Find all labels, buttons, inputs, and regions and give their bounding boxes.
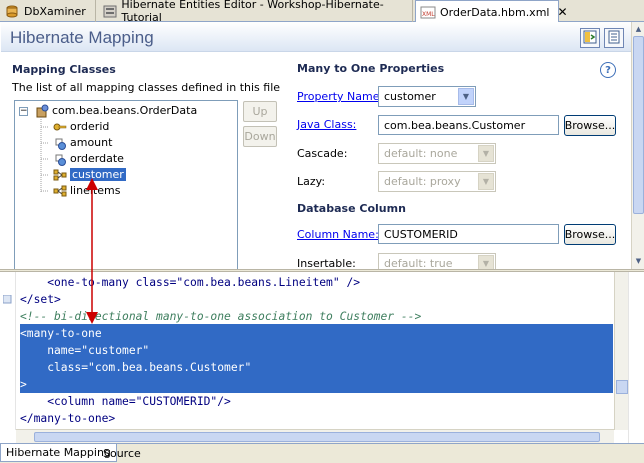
chevron-down-icon[interactable]: ▼: [478, 145, 494, 162]
code-line-selected[interactable]: <many-to-one: [20, 325, 102, 342]
code-line[interactable]: <one-to-many class="com.bea.beans.Lineit…: [20, 274, 360, 291]
column-name-field[interactable]: CUSTOMERID: [378, 224, 559, 244]
property-name-link[interactable]: Property Name:: [297, 90, 383, 103]
tab-orderdata-hbm-xml[interactable]: XML OrderData.hbm.xml ✕: [415, 0, 568, 23]
tree-item-label: customer: [69, 167, 127, 182]
fold-marker-icon: [2, 294, 13, 304]
lazy-select[interactable]: default: proxy ▼: [378, 171, 496, 192]
mapping-classes-title: Mapping Classes: [12, 63, 116, 76]
source-horizontal-scrollbar[interactable]: [16, 429, 614, 443]
chevron-down-icon[interactable]: ▼: [478, 173, 494, 190]
scrollbar-thumb[interactable]: [34, 432, 600, 442]
move-up-button[interactable]: Up: [243, 101, 277, 122]
tree-item-label: lineitems: [70, 184, 121, 197]
many-to-one-title: Many to One Properties: [297, 62, 445, 75]
scroll-down-icon[interactable]: ▼: [633, 255, 644, 267]
one-to-many-icon: [53, 184, 67, 198]
hibernate-mapping-form: Hibernate Mapping ▲ ▼ Mapping Classes Th…: [0, 22, 644, 270]
database-column-title: Database Column: [297, 202, 406, 215]
close-icon[interactable]: ✕: [557, 5, 567, 19]
page-title: Hibernate Mapping: [10, 28, 154, 47]
chevron-down-icon[interactable]: ▼: [458, 88, 474, 105]
chevron-down-icon[interactable]: ▼: [478, 255, 494, 269]
layout-toggle-icon: [583, 30, 597, 47]
insertable-select[interactable]: default: true ▼: [378, 253, 496, 270]
code-line-selected[interactable]: >: [20, 376, 27, 393]
column-name-link[interactable]: Column Name:: [297, 228, 379, 241]
java-class-browse-button[interactable]: Browse...: [564, 115, 616, 136]
xml-source-editor[interactable]: <one-to-many class="com.bea.beans.Lineit…: [0, 271, 644, 444]
scrollbar-thumb[interactable]: [633, 36, 644, 214]
mapping-classes-tree[interactable]: − com.bea.beans.OrderData orderid amount: [14, 100, 238, 269]
code-line-selected[interactable]: class="com.bea.beans.Customer": [20, 359, 251, 376]
toggle-layout-button[interactable]: [580, 28, 600, 48]
code-line[interactable]: </set>: [20, 291, 61, 308]
property-name-select[interactable]: customer ▼: [378, 86, 476, 107]
java-class-link[interactable]: Java Class:: [297, 118, 356, 131]
form-vertical-scrollbar[interactable]: ▲ ▼: [631, 22, 644, 269]
editor-gutter: [0, 272, 16, 430]
tab-dbxaminer[interactable]: DbXaminer: [0, 0, 96, 22]
code-comment-line[interactable]: <!-- bi-directional many-to-one associat…: [20, 308, 421, 325]
tree-item-customer[interactable]: customer: [53, 167, 127, 182]
entities-editor-icon: [102, 4, 117, 18]
code-line[interactable]: </many-to-one>: [20, 410, 115, 427]
tree-item-orderdate[interactable]: orderdate: [53, 151, 124, 166]
column-name-value: CUSTOMERID: [384, 227, 458, 241]
key-property-icon: [53, 120, 67, 134]
cascade-label: Cascade:: [297, 147, 348, 160]
editor-tab-bar: DbXaminer Hibernate Entities Editor - Wo…: [0, 0, 644, 24]
scroll-up-icon[interactable]: ▲: [633, 23, 644, 35]
property-icon: [53, 136, 67, 150]
property-name-value: customer: [384, 90, 436, 103]
lazy-label: Lazy:: [297, 175, 326, 188]
tab-label: DbXaminer: [24, 4, 86, 18]
tab-label: Hibernate Entities Editor - Workshop-Hib…: [121, 0, 384, 24]
document-icon: [607, 30, 621, 47]
xml-file-icon: XML: [420, 5, 436, 19]
lazy-value: default: proxy: [384, 175, 461, 188]
insertable-label: Insertable:: [297, 257, 356, 270]
overview-ruler[interactable]: [628, 272, 644, 444]
tree-item-label: orderdate: [70, 152, 124, 165]
tab-entities-editor[interactable]: Hibernate Entities Editor - Workshop-Hib…: [98, 0, 413, 24]
mapping-classes-description: The list of all mapping classes defined …: [12, 81, 281, 94]
java-class-value: com.bea.beans.Customer: [384, 118, 526, 132]
tab-label: OrderData.hbm.xml: [440, 5, 550, 19]
scrollbar-thumb[interactable]: [616, 380, 628, 394]
tree-item-label: amount: [70, 136, 113, 149]
editor-page-tabs: Hibernate Mapping Source: [0, 443, 644, 463]
form-header: Hibernate Mapping: [1, 22, 631, 52]
code-line-selected[interactable]: name="customer": [20, 342, 149, 359]
tree-item-label: orderid: [70, 120, 110, 133]
column-name-browse-button[interactable]: Browse...: [564, 224, 616, 245]
svg-text:XML: XML: [422, 11, 435, 18]
cascade-value: default: none: [384, 147, 458, 160]
tree-item-lineitems[interactable]: lineitems: [53, 183, 120, 198]
code-line[interactable]: <column name="CUSTOMERID"/>: [20, 393, 231, 410]
database-icon: [4, 4, 20, 18]
tab-source[interactable]: Source: [98, 444, 146, 462]
source-vertical-scrollbar[interactable]: [614, 272, 628, 430]
help-icon[interactable]: ?: [600, 62, 616, 78]
tree-item-amount[interactable]: amount: [53, 135, 112, 150]
insertable-value: default: true: [384, 257, 453, 270]
tree-item-orderid[interactable]: orderid: [53, 119, 109, 134]
cascade-select[interactable]: default: none ▼: [378, 143, 496, 164]
property-icon: [53, 152, 67, 166]
move-down-button[interactable]: Down: [243, 126, 277, 147]
java-class-field[interactable]: com.bea.beans.Customer: [378, 115, 559, 135]
show-source-button[interactable]: [604, 28, 624, 48]
many-to-one-icon: [53, 168, 67, 182]
